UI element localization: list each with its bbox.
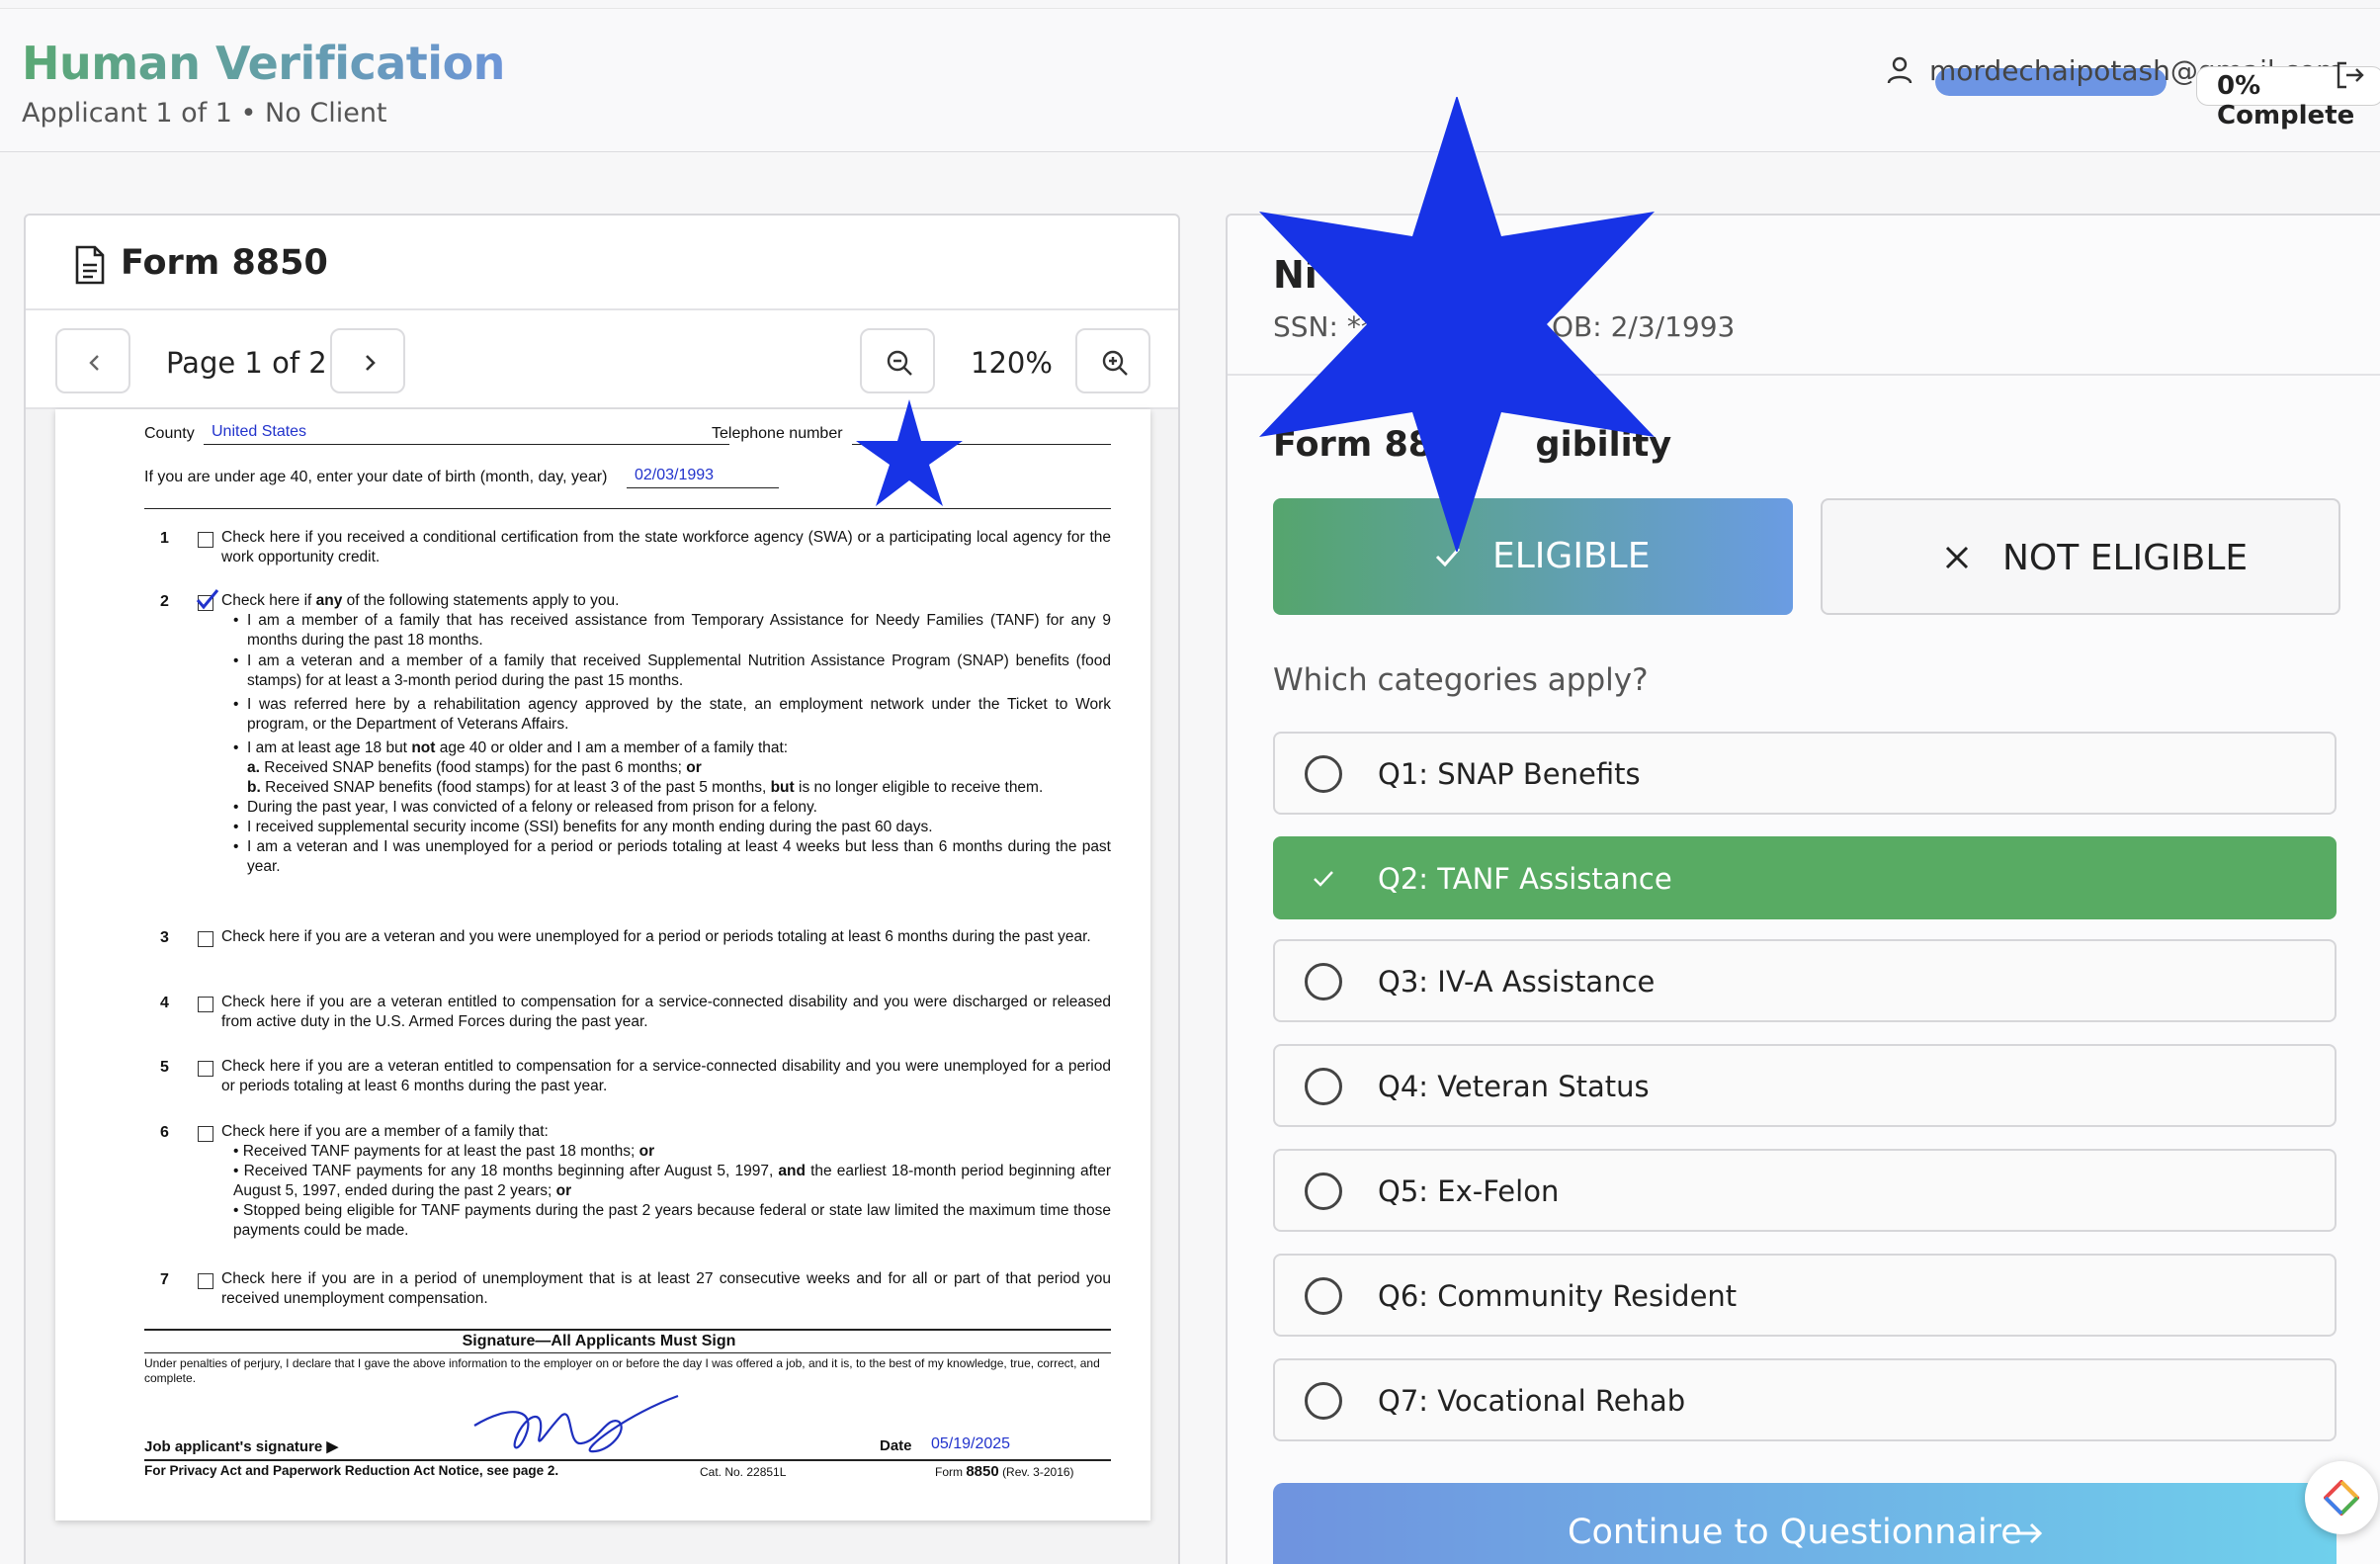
question-2-checkbox bbox=[196, 589, 219, 611]
form-footer: Form 8850 (Rev. 3-2016) bbox=[935, 1463, 1074, 1480]
question-5-text: Check here if you are a veteran entitled… bbox=[221, 1058, 1111, 1094]
app-header: Human Verification Applicant 1 of 1 • No… bbox=[0, 8, 2380, 152]
question-number: 1 bbox=[160, 530, 169, 547]
category-q3[interactable]: Q3: IV-A Assistance bbox=[1273, 939, 2337, 1022]
question-7-text: Check here if you are in a period of une… bbox=[221, 1270, 1111, 1307]
zoom-level: 120% bbox=[971, 346, 1053, 380]
radio-icon bbox=[1305, 1068, 1342, 1105]
category-label: Q6: Community Resident bbox=[1378, 1279, 1738, 1313]
question-1-text: Check here if you received a conditional… bbox=[221, 529, 1111, 565]
radio-icon bbox=[1305, 755, 1342, 793]
categories-prompt: Which categories apply? bbox=[1273, 662, 1649, 698]
next-page-button[interactable] bbox=[330, 328, 405, 393]
check-icon bbox=[1314, 871, 1333, 887]
x-icon bbox=[1945, 546, 1969, 569]
perjury-statement: Under penalties of perjury, I declare th… bbox=[144, 1356, 1100, 1385]
list-item: I am a veteran and a member of a family … bbox=[229, 652, 1111, 691]
document-panel-header: Form 8850 bbox=[26, 216, 1178, 310]
county-label: County bbox=[144, 425, 195, 442]
category-label: Q2: TANF Assistance bbox=[1378, 862, 1672, 896]
arrow-right-icon bbox=[2016, 1522, 2043, 1544]
list-item: I received supplemental security income … bbox=[229, 818, 1111, 837]
document-panel: Form 8850 Page 1 of 2 120% County United… bbox=[24, 214, 1180, 1564]
dob-prompt: If you are under age 40, enter your date… bbox=[144, 469, 608, 485]
not-eligible-label: NOT ELIGIBLE bbox=[2002, 538, 2249, 578]
helper-fab-button[interactable] bbox=[2305, 1461, 2378, 1534]
page-indicator: Page 1 of 2 bbox=[166, 346, 327, 380]
question-3-checkbox bbox=[198, 931, 213, 947]
radio-icon bbox=[1305, 1173, 1342, 1210]
not-eligible-button[interactable]: NOT ELIGIBLE bbox=[1821, 498, 2340, 615]
category-label: Q7: Vocational Rehab bbox=[1378, 1384, 1686, 1418]
list-item: I was referred here by a rehabilitation … bbox=[229, 695, 1111, 735]
handwritten-signature bbox=[473, 1394, 679, 1453]
date-label: Date bbox=[880, 1437, 912, 1454]
checkmark-icon bbox=[196, 589, 219, 610]
category-label: Q1: SNAP Benefits bbox=[1378, 757, 1641, 791]
question-6-checkbox bbox=[198, 1126, 213, 1142]
category-q5[interactable]: Q5: Ex-Felon bbox=[1273, 1149, 2337, 1232]
question-3-text: Check here if you are a veteran and you … bbox=[221, 928, 1091, 945]
question-5-checkbox bbox=[198, 1061, 213, 1077]
previous-page-button[interactable] bbox=[55, 328, 130, 393]
question-1-checkbox bbox=[198, 532, 213, 548]
chevron-left-icon bbox=[89, 355, 99, 371]
list-item: a. Received SNAP benefits (food stamps) … bbox=[247, 759, 702, 776]
list-item: b. Received SNAP benefits (food stamps) … bbox=[247, 779, 1044, 796]
category-q1[interactable]: Q1: SNAP Benefits bbox=[1273, 732, 2337, 815]
category-q6[interactable]: Q6: Community Resident bbox=[1273, 1254, 2337, 1337]
signature-label: Job applicant's signature ▶ bbox=[144, 1438, 338, 1455]
privacy-notice: For Privacy Act and Paperwork Reduction … bbox=[144, 1463, 559, 1478]
star-icon bbox=[856, 399, 963, 506]
zoom-out-button[interactable] bbox=[860, 328, 935, 393]
question-7-checkbox bbox=[198, 1273, 213, 1289]
telephone-label: Telephone number bbox=[712, 425, 843, 442]
category-q7[interactable]: Q7: Vocational Rehab bbox=[1273, 1358, 2337, 1441]
catalog-number: Cat. No. 22851L bbox=[700, 1465, 787, 1479]
list-item: I am a member of a family that has recei… bbox=[229, 611, 1111, 651]
radio-icon bbox=[1305, 1277, 1342, 1315]
app-title: Human Verification bbox=[22, 37, 505, 90]
list-item: I am a veteran and I was unemployed for … bbox=[229, 837, 1111, 877]
category-label: Q5: Ex-Felon bbox=[1378, 1174, 1560, 1208]
form-page: County United States Telephone number If… bbox=[55, 399, 1150, 1521]
question-4-checkbox bbox=[198, 997, 213, 1012]
category-label: Q3: IV-A Assistance bbox=[1378, 965, 1656, 999]
list-item: During the past year, I was convicted of… bbox=[229, 798, 1111, 818]
document-icon bbox=[75, 245, 105, 285]
logout-icon[interactable] bbox=[2333, 58, 2366, 92]
document-toolbar: Page 1 of 2 120% bbox=[26, 310, 1178, 409]
category-q4[interactable]: Q4: Veteran Status bbox=[1273, 1044, 2337, 1127]
question-number: 5 bbox=[160, 1059, 169, 1076]
county-value: United States bbox=[212, 423, 307, 440]
question-number: 6 bbox=[160, 1124, 169, 1141]
dob-value: 02/03/1993 bbox=[635, 467, 715, 483]
document-title: Form 8850 bbox=[121, 243, 328, 283]
question-number: 7 bbox=[160, 1271, 169, 1288]
radio-icon bbox=[1305, 963, 1342, 1000]
document-viewport[interactable]: County United States Telephone number If… bbox=[26, 399, 1178, 1564]
zoom-in-button[interactable] bbox=[1075, 328, 1150, 393]
category-q2[interactable]: Q2: TANF Assistance bbox=[1273, 836, 2337, 919]
category-label: Q4: Veteran Status bbox=[1378, 1070, 1650, 1103]
continue-label: Continue to Questionnaire bbox=[1568, 1513, 2022, 1552]
zoom-out-icon bbox=[887, 350, 912, 376]
app-subtitle: Applicant 1 of 1 • No Client bbox=[22, 98, 387, 129]
question-number: 3 bbox=[160, 929, 169, 946]
colorful-diamond-icon bbox=[2324, 1480, 2359, 1516]
question-2-text: Check here if any of the following state… bbox=[221, 591, 1111, 877]
signature-title: Signature—All Applicants Must Sign bbox=[462, 1333, 736, 1349]
question-4-text: Check here if you are a veteran entitled… bbox=[221, 994, 1111, 1030]
radio-icon bbox=[1305, 1382, 1342, 1420]
continue-button[interactable]: Continue to Questionnaire bbox=[1273, 1483, 2337, 1564]
user-icon bbox=[1887, 56, 1912, 84]
question-number: 2 bbox=[160, 593, 169, 610]
question-number: 4 bbox=[160, 995, 169, 1011]
question-6-text: Check here if you are a member of a fami… bbox=[221, 1123, 1112, 1239]
chevron-right-icon bbox=[366, 355, 376, 371]
star-icon bbox=[1259, 97, 1655, 552]
list-item: I am at least age 18 but not age 40 or o… bbox=[229, 739, 1111, 758]
date-value: 05/19/2025 bbox=[931, 1435, 1011, 1452]
zoom-in-icon bbox=[1102, 350, 1128, 376]
